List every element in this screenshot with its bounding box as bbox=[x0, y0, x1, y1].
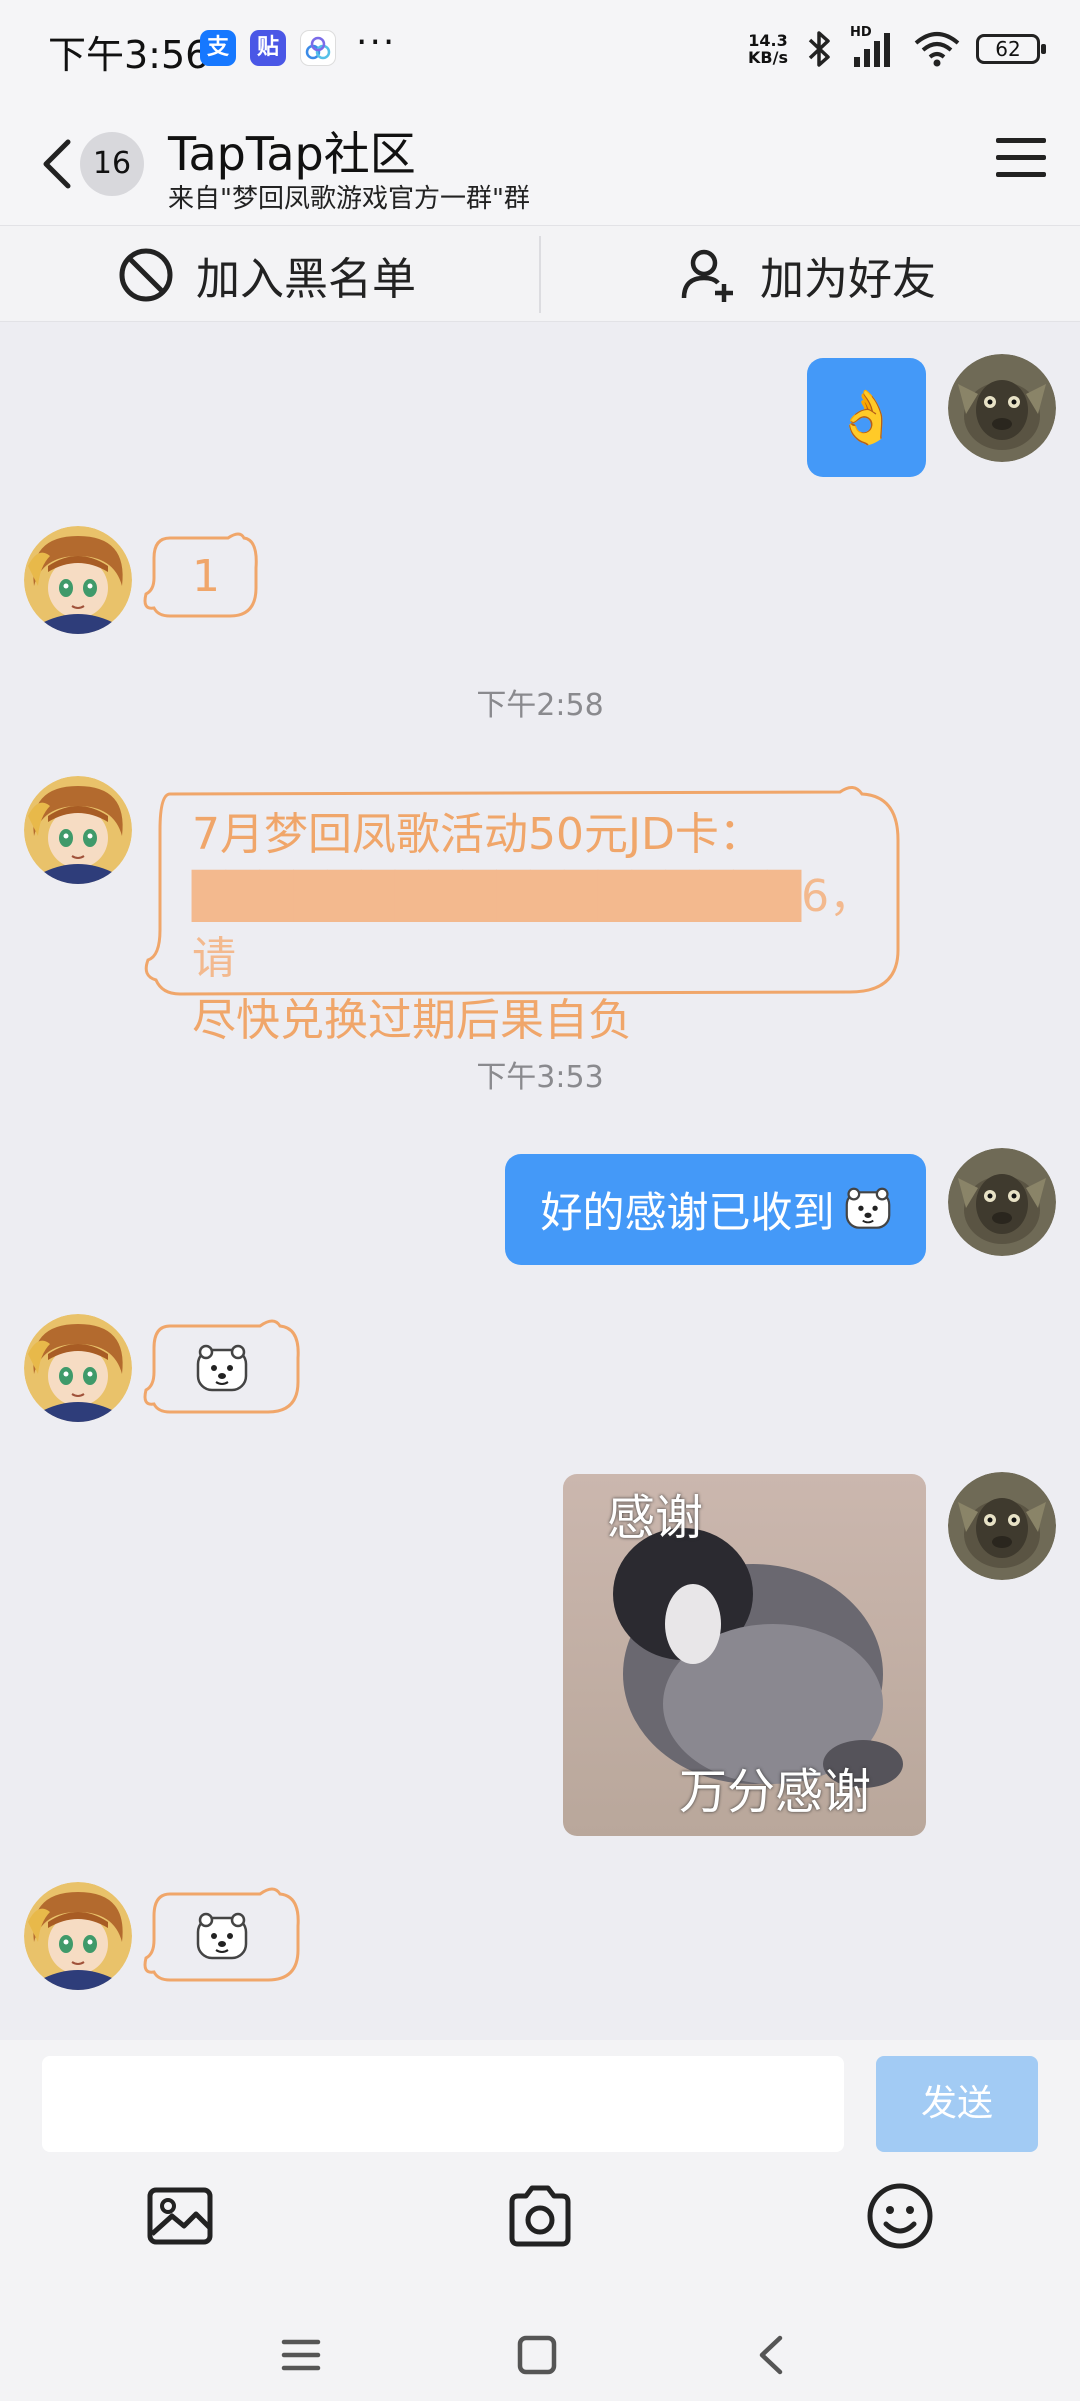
net-speed: 14.3 KB/s bbox=[748, 31, 788, 67]
message-text: 1 bbox=[192, 551, 220, 602]
other-avatar[interactable] bbox=[24, 1882, 132, 1990]
back-nav-icon[interactable] bbox=[748, 2330, 798, 2380]
redacted-line: ██████████████████6，请 bbox=[192, 871, 874, 984]
unread-count-badge: 16 bbox=[80, 132, 144, 196]
alipay-icon: 支 bbox=[200, 30, 236, 66]
self-avatar[interactable] bbox=[948, 1472, 1056, 1580]
battery-indicator: 62 bbox=[976, 34, 1046, 64]
status-indicators: 14.3 KB/s HD 62 bbox=[748, 25, 1046, 70]
message-text: 7月梦回凤歌活动50元JD卡： ██████████████████6，请 尽快… bbox=[192, 804, 882, 1052]
recent-apps-icon[interactable] bbox=[276, 2330, 326, 2380]
bear-emoji-icon bbox=[845, 1187, 890, 1229]
other-avatar[interactable] bbox=[24, 776, 132, 884]
image-icon[interactable] bbox=[144, 2180, 216, 2252]
other-avatar[interactable] bbox=[24, 1314, 132, 1422]
message-text: 好的感谢已收到 bbox=[540, 1188, 835, 1237]
send-button[interactable]: 发送 bbox=[876, 2056, 1038, 2152]
message-bubble-self[interactable]: 好的感谢已收到 bbox=[505, 1154, 926, 1265]
cloud-app-icon bbox=[300, 30, 336, 66]
chat-header: 16 TapTap社区 来自"梦回凤歌游戏官方一群"群 bbox=[0, 100, 1080, 225]
action-bar: 加入黑名单 加为好友 bbox=[0, 225, 1080, 322]
image-message[interactable]: 感谢 万分感谢 bbox=[563, 1474, 926, 1836]
bear-emoji-icon bbox=[196, 1912, 248, 1960]
bear-emoji-icon bbox=[196, 1344, 248, 1392]
other-avatar[interactable] bbox=[24, 526, 132, 634]
menu-button[interactable] bbox=[996, 138, 1046, 182]
cell-signal-icon: HD bbox=[850, 25, 898, 69]
message-bubble-other[interactable] bbox=[140, 1314, 304, 1424]
image-caption-top: 感谢 bbox=[607, 1490, 704, 1546]
wifi-icon bbox=[914, 32, 960, 67]
message-input[interactable] bbox=[42, 2056, 844, 2152]
self-avatar[interactable] bbox=[948, 354, 1056, 462]
add-user-icon bbox=[681, 249, 733, 302]
tieba-icon: 贴 bbox=[250, 30, 286, 66]
block-icon bbox=[119, 248, 173, 301]
timestamp: 下午3:53 bbox=[476, 1060, 604, 1095]
menu-icon bbox=[996, 138, 1046, 143]
block-label: 加入黑名单 bbox=[196, 253, 416, 305]
back-button[interactable]: 16 bbox=[36, 132, 156, 196]
page-title: TapTap社区 bbox=[168, 127, 416, 181]
timestamp: 下午2:58 bbox=[476, 688, 604, 723]
message-bubble-other[interactable] bbox=[140, 1882, 304, 1992]
status-time: 下午3:56 bbox=[48, 33, 210, 77]
block-button[interactable]: 加入黑名单 bbox=[118, 226, 416, 323]
add-friend-button[interactable]: 加为好友 bbox=[680, 226, 936, 323]
input-area: 发送 bbox=[0, 2040, 1080, 2401]
emoji-icon[interactable] bbox=[864, 2180, 936, 2252]
chevron-left-icon bbox=[43, 139, 71, 189]
camera-icon[interactable] bbox=[504, 2180, 576, 2252]
status-more-icon: ··· bbox=[356, 22, 397, 63]
add-friend-label: 加为好友 bbox=[760, 253, 936, 305]
bluetooth-icon bbox=[808, 31, 830, 67]
status-bar: 下午3:56 支 贴 ··· 14.3 KB/s HD 62 bbox=[0, 0, 1080, 100]
message-bubble-other[interactable]: 7月梦回凤歌活动50元JD卡： ██████████████████6，请 尽快… bbox=[140, 780, 906, 1046]
image-caption-bottom: 万分感谢 bbox=[679, 1764, 872, 1820]
self-avatar[interactable] bbox=[948, 1148, 1056, 1256]
message-bubble-self[interactable]: 👌 bbox=[807, 358, 926, 477]
divider bbox=[539, 236, 541, 313]
home-icon[interactable] bbox=[512, 2330, 562, 2380]
page-subtitle: 来自"梦回凤歌游戏官方一群"群 bbox=[168, 184, 530, 214]
message-bubble-other[interactable]: 1 bbox=[140, 528, 260, 628]
